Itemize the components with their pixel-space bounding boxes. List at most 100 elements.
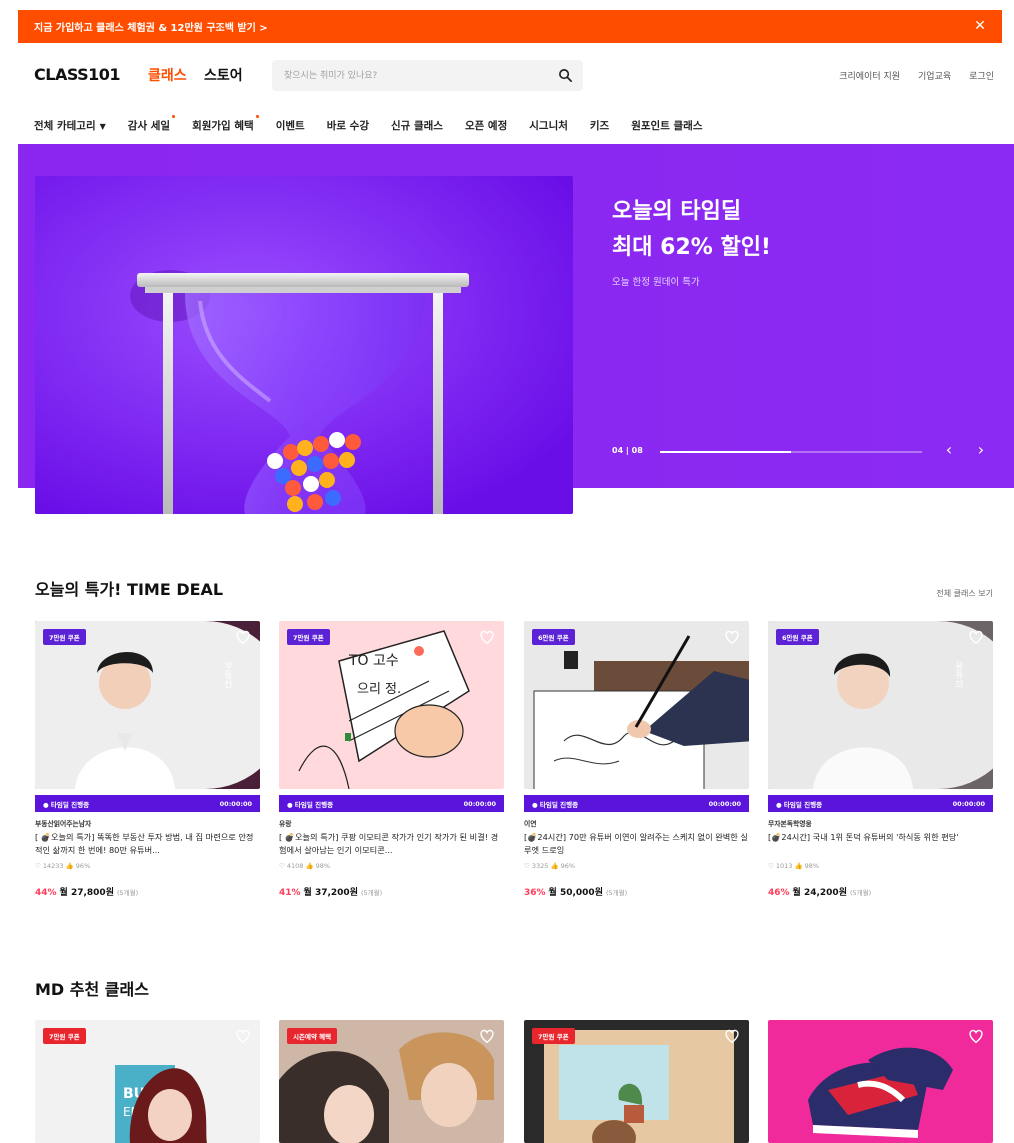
timer-bar: ● 타임딜 진행중 00:00:00 — [35, 795, 260, 812]
nav-item-signature[interactable]: 시그니처 — [529, 118, 568, 133]
nav-item-thanks-sale[interactable]: 감사 세일 — [127, 114, 176, 133]
md-class-card[interactable]: 시즌예약 혜택 — [279, 1020, 504, 1143]
md-class-card[interactable]: 7만원 쿠폰 — [524, 1020, 749, 1143]
coupon-badge: 7만원 쿠폰 — [43, 1028, 86, 1044]
login-link[interactable]: 로그인 — [969, 69, 994, 82]
heart-icon[interactable] — [478, 1027, 496, 1045]
price-row: 41% 월 37,200원 (5개월) — [279, 885, 504, 898]
nav-item-label: 회원가입 혜택 — [192, 119, 254, 132]
nav-item-instant[interactable]: 바로 수강 — [327, 118, 369, 133]
creator-name: 부동산읽어주는남자 — [35, 820, 92, 828]
price-row: 46% 월 24,200원 (5개월) — [768, 885, 993, 898]
heart-icon[interactable] — [967, 1027, 985, 1045]
coupon-badge: 7만원 쿠폰 — [287, 629, 330, 645]
nav-item-onepoint[interactable]: 원포인트 클래스 — [631, 118, 702, 133]
class-card[interactable]: 유튜브 6만원 쿠폰 ● 타임딜 진행중 00:00:00 무자본독학영웅 [💣2… — [768, 621, 993, 898]
class-title[interactable]: [💣24시간] 70만 유튜버 이연이 알려주는 스케치 없이 완벽한 실루엣 … — [524, 831, 749, 857]
heart-icon[interactable] — [967, 628, 985, 646]
creator-name: 이연 — [524, 820, 537, 828]
chevron-right-icon[interactable]: › — [972, 440, 990, 460]
svg-text:으리 정.: 으리 정. — [357, 682, 401, 697]
promo-banner[interactable]: 지금 가입하고 클래스 체험권 & 12만원 구조백 받기 > ✕ — [18, 10, 1002, 43]
card-thumbnail[interactable]: 유튜브 6만원 쿠폰 — [768, 621, 993, 789]
svg-text:부동산: 부동산 — [222, 661, 232, 688]
creator-support-link[interactable]: 크리에이터 지원 — [839, 69, 900, 82]
category-nav: 전체 카테고리 ▼ 감사 세일 회원가입 혜택 이벤트 바로 수강 신규 클래스 … — [18, 112, 1002, 138]
enterprise-link[interactable]: 기업교육 — [918, 69, 951, 82]
md-class-card[interactable] — [768, 1020, 993, 1143]
coupon-badge: 6만원 쿠폰 — [776, 629, 819, 645]
price: 월 24,200원 — [792, 888, 847, 898]
card-thumbnail[interactable]: 6만원 쿠폰 — [524, 621, 749, 789]
search-box[interactable] — [272, 60, 583, 91]
class-card[interactable]: 부동산 7만원 쿠폰 ● 타임딜 진행중 00:00:00 부동산읽어주는남자 [… — [35, 621, 260, 898]
installment-months: (5개월) — [116, 889, 139, 897]
logo[interactable]: CLASS101 — [34, 65, 121, 84]
search-icon[interactable] — [558, 68, 573, 83]
card-thumbnail[interactable]: 부동산 7만원 쿠폰 — [35, 621, 260, 789]
close-icon[interactable]: ✕ — [970, 16, 990, 36]
discount-rate: 36% — [524, 888, 546, 898]
header: CLASS101 클래스 스토어 크리에이터 지원 기업교육 로그인 — [18, 55, 1002, 95]
class-title[interactable]: [ 💣오늘의 특가] 쿠팡 이모티콘 작가가 인기 작가가 된 비결! 경험에서… — [279, 831, 504, 857]
class-stats: ♡ 1013 👍 98% — [768, 862, 820, 870]
hero-title-line2: 최대 62% 할인! — [612, 235, 771, 260]
price-row: 36% 월 50,000원 (5개월) — [524, 885, 749, 898]
price: 월 50,000원 — [548, 888, 603, 898]
price: 월 37,200원 — [303, 888, 358, 898]
nav-item-new[interactable]: 신규 클래스 — [391, 118, 443, 133]
time-deal-title: 오늘의 특가! TIME DEAL — [35, 580, 224, 599]
heart-icon[interactable] — [478, 628, 496, 646]
see-all-link[interactable]: 전체 클래스 보기 — [936, 588, 993, 599]
chevron-down-icon: ▼ — [99, 121, 106, 131]
nav-class-tab[interactable]: 클래스 — [148, 65, 187, 85]
timer-label: ● 타임딜 진행중 — [287, 800, 334, 809]
promo-text[interactable]: 지금 가입하고 클래스 체험권 & 12만원 구조백 받기 > — [34, 19, 268, 34]
nav-store-tab[interactable]: 스토어 — [204, 65, 243, 85]
md-class-card[interactable]: BU ENG 7만원 쿠폰 — [35, 1020, 260, 1143]
timer-value: 00:00:00 — [708, 799, 741, 808]
coupon-badge: 7만원 쿠폰 — [532, 1028, 575, 1044]
slide-progress-fill — [660, 451, 791, 453]
heart-icon[interactable] — [723, 1027, 741, 1045]
nav-item-upcoming[interactable]: 오픈 예정 — [465, 118, 507, 133]
card-thumbnail[interactable]: TO 고수 으리 정. 7만원 쿠폰 — [279, 621, 504, 789]
class-title[interactable]: [💣24시간] 국내 1위 돈덕 유튜버의 '하식동 위한 편당' — [768, 831, 993, 857]
timer-label: ● 타임딜 진행중 — [532, 800, 579, 809]
class-title[interactable]: [ 💣오늘의 특가] 똑똑한 부동산 투자 방법, 내 집 마련으로 안정적인 … — [35, 831, 260, 857]
timer-bar: ● 타임딜 진행중 00:00:00 — [768, 795, 993, 812]
nav-item-label: 감사 세일 — [127, 119, 171, 132]
chevron-left-icon[interactable]: ‹ — [940, 440, 958, 460]
hero-title-line1: 오늘의 타임딜 — [612, 199, 742, 224]
installment-months: (5개월) — [605, 889, 628, 897]
heart-icon[interactable] — [234, 1027, 252, 1045]
search-input[interactable] — [272, 60, 542, 91]
hero-hourglass-image[interactable] — [35, 176, 573, 514]
timer-value: 00:00:00 — [952, 799, 985, 808]
timer-label: ● 타임딜 진행중 — [43, 800, 90, 809]
creator-name: 무자본독학영웅 — [768, 820, 812, 828]
svg-text:유튜브: 유튜브 — [953, 661, 963, 688]
nav-all-categories[interactable]: 전체 카테고리 ▼ — [34, 118, 106, 133]
class-card[interactable]: 6만원 쿠폰 ● 타임딜 진행중 00:00:00 이연 [💣24시간] 70만 … — [524, 621, 749, 898]
discount-rate: 44% — [35, 888, 57, 898]
new-dot — [172, 114, 176, 118]
nav-item-signup-benefit[interactable]: 회원가입 혜택 — [192, 114, 259, 133]
hero-subtitle: 오늘 한정 원데이 특가 — [612, 277, 700, 288]
heart-icon[interactable] — [234, 628, 252, 646]
class-stats: ♡ 3325 👍 96% — [524, 862, 576, 870]
creator-name: 유랑 — [279, 820, 292, 828]
price: 월 27,800원 — [59, 888, 114, 898]
price-row: 44% 월 27,800원 (5개월) — [35, 885, 260, 898]
discount-rate: 41% — [279, 888, 301, 898]
nav-item-kids[interactable]: 키즈 — [590, 118, 609, 133]
timer-value: 00:00:00 — [463, 799, 496, 808]
md-recommend-title: MD 추천 클래스 — [35, 980, 149, 999]
discount-rate: 46% — [768, 888, 790, 898]
nav-item-event[interactable]: 이벤트 — [276, 118, 305, 133]
heart-icon[interactable] — [723, 628, 741, 646]
timer-value: 00:00:00 — [219, 799, 252, 808]
new-dot — [255, 114, 259, 118]
timer-label: ● 타임딜 진행중 — [776, 800, 823, 809]
class-card[interactable]: TO 고수 으리 정. 7만원 쿠폰 ● 타임딜 진행중 00:00:00 유랑 … — [279, 621, 504, 898]
